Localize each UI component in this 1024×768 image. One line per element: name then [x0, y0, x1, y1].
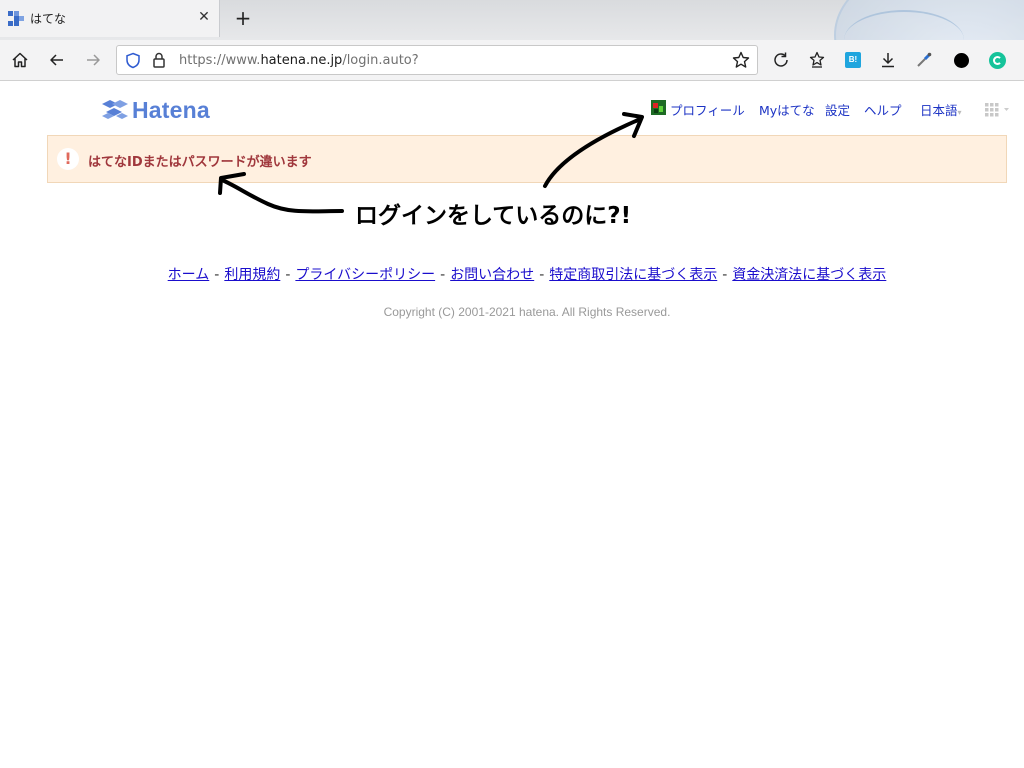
annotation-arrows [218, 112, 644, 214]
arrow-to-profile [543, 118, 640, 188]
arrow-to-error-message [220, 178, 344, 214]
